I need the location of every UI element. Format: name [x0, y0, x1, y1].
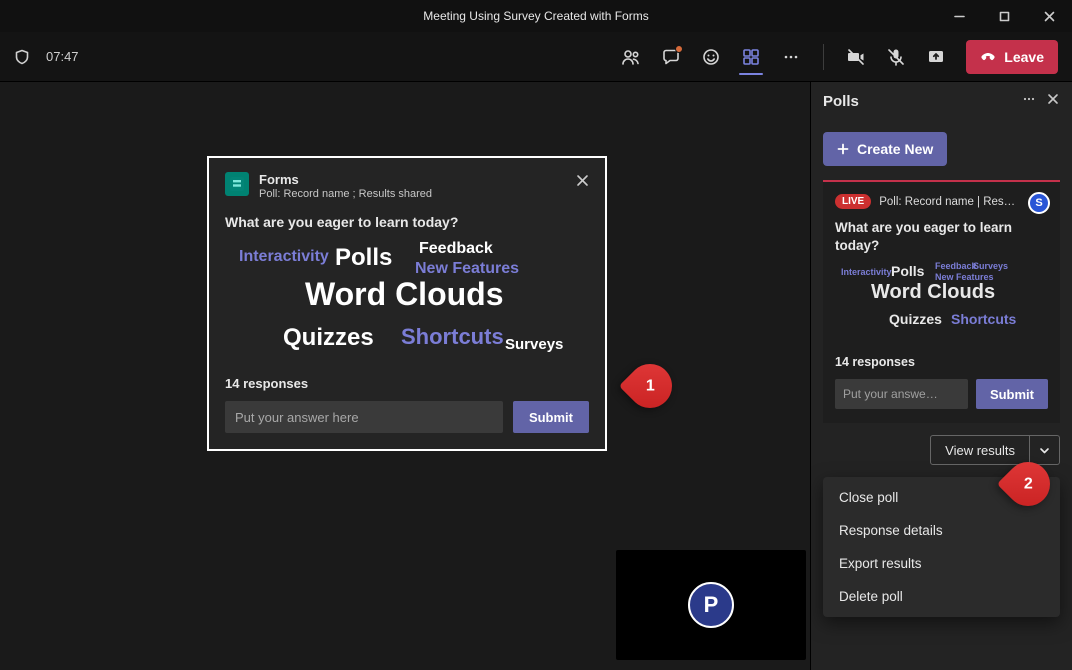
meeting-timer: 07:47 [46, 49, 79, 64]
camera-toggle-button[interactable] [838, 39, 874, 75]
hangup-icon [980, 49, 996, 65]
meeting-stage: Forms Poll: Record name ; Results shared… [0, 82, 810, 670]
cloud-word: Feedback [935, 261, 977, 271]
forms-poll-subtitle: Poll: Record name ; Results shared [259, 188, 432, 200]
window-minimize-button[interactable] [937, 0, 982, 32]
shield-icon [14, 49, 30, 65]
side-submit-answer-button[interactable]: Submit [976, 379, 1048, 409]
submit-answer-button[interactable]: Submit [513, 401, 589, 433]
window-titlebar: Meeting Using Survey Created with Forms [0, 0, 1072, 32]
cloud-word: Shortcuts [401, 324, 504, 350]
meeting-toolbar: 07:47 Leave [0, 32, 1072, 82]
poll-author-avatar: S [1028, 192, 1050, 214]
avatar: P [688, 582, 734, 628]
cloud-word: Surveys [505, 336, 563, 353]
responses-count: 14 responses [225, 376, 589, 391]
cloud-word: Shortcuts [951, 311, 1016, 327]
window-title: Meeting Using Survey Created with Forms [423, 9, 648, 23]
side-responses-count: 14 responses [835, 355, 1048, 369]
cloud-word: Surveys [973, 261, 1008, 271]
leave-button-label: Leave [1004, 49, 1044, 65]
people-button[interactable] [613, 39, 649, 75]
panel-close-button[interactable] [1046, 92, 1060, 110]
cloud-word: Polls [891, 263, 924, 279]
forms-poll-card: Forms Poll: Record name ; Results shared… [207, 156, 607, 451]
panel-title: Polls [823, 93, 859, 110]
close-card-button[interactable] [576, 174, 589, 192]
create-new-poll-button[interactable]: Create New [823, 132, 947, 166]
live-poll-card: LIVE Poll: Record name | Results s… S Wh… [823, 180, 1060, 423]
more-actions-button[interactable] [773, 39, 809, 75]
menu-export-results[interactable]: Export results [823, 547, 1060, 580]
notification-dot-icon [675, 45, 683, 53]
share-button[interactable] [918, 39, 954, 75]
cloud-word: Word Clouds [871, 281, 995, 304]
side-poll-answer-input[interactable] [835, 379, 968, 409]
side-word-cloud: Interactivity Polls Feedback Surveys New… [835, 261, 1048, 347]
poll-answer-input[interactable] [225, 401, 503, 433]
forms-app-name: Forms [259, 172, 432, 187]
view-results-dropdown-button[interactable] [1030, 435, 1060, 465]
forms-app-icon [225, 172, 249, 196]
apps-button[interactable] [733, 39, 769, 75]
side-poll-question: What are you eager to learn today? [835, 219, 1048, 255]
cloud-word: Quizzes [889, 311, 942, 327]
cloud-word: Quizzes [283, 324, 374, 352]
mic-toggle-button[interactable] [878, 39, 914, 75]
window-close-button[interactable] [1027, 0, 1072, 32]
menu-response-details[interactable]: Response details [823, 514, 1060, 547]
reactions-button[interactable] [693, 39, 729, 75]
window-maximize-button[interactable] [982, 0, 1027, 32]
cloud-word: Polls [335, 244, 392, 272]
plus-icon [837, 143, 849, 155]
poll-question: What are you eager to learn today? [225, 214, 589, 230]
chevron-down-icon [1039, 445, 1050, 456]
leave-button[interactable]: Leave [966, 40, 1058, 74]
annotation-callout-1: 1 [619, 355, 681, 417]
cloud-word: Feedback [419, 240, 493, 258]
live-badge: LIVE [835, 194, 871, 209]
cloud-word: Interactivity [841, 267, 892, 277]
cloud-word: Interactivity [239, 248, 329, 266]
toolbar-separator [823, 44, 824, 70]
polls-side-panel: Polls Create New LIVE Poll: Record name … [810, 82, 1072, 670]
chat-button[interactable] [653, 39, 689, 75]
participant-tile[interactable]: P [616, 550, 806, 660]
poll-meta: Poll: Record name | Results s… [879, 196, 1019, 208]
view-results-button[interactable]: View results [930, 435, 1030, 465]
cloud-word: Word Clouds [305, 276, 504, 313]
panel-more-button[interactable] [1022, 92, 1036, 110]
menu-delete-poll[interactable]: Delete poll [823, 580, 1060, 613]
word-cloud: Interactivity Polls Feedback New Feature… [225, 240, 589, 370]
